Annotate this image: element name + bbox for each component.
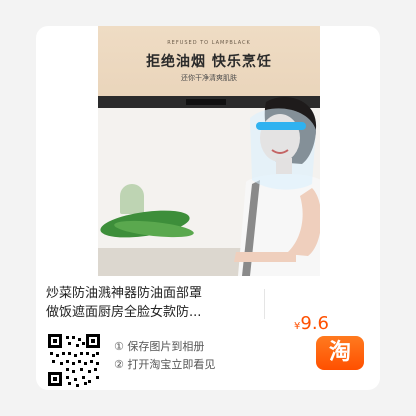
model-with-face-shield xyxy=(234,97,320,276)
product-title-line-1: 炒菜防油溅神器防油面部罩 xyxy=(46,286,203,301)
taobao-icon[interactable]: 淘 xyxy=(316,336,364,370)
hint-open-taobao: ② 打开淘宝立即看见 xyxy=(114,358,216,371)
product-title-line-2: 做饭遮面厨房全脸女款防... xyxy=(46,305,202,320)
hint-save-image: ① 保存图片到相册 xyxy=(114,340,205,353)
banner-top-text: REFUSED TO LAMPBLACK xyxy=(167,40,251,46)
qr-code-icon xyxy=(46,332,102,388)
price: ¥9.6 xyxy=(294,313,329,334)
product-title[interactable]: 炒菜防油溅神器防油面部罩 做饭遮面厨房全脸女款防... xyxy=(46,284,256,322)
product-image[interactable]: REFUSED TO LAMPBLACK 拒绝油烟 快乐烹饪 还你干净清爽肌肤 xyxy=(98,26,320,276)
banner-subtitle: 还你干净清爽肌肤 xyxy=(181,74,237,82)
price-value: 9.6 xyxy=(300,313,330,334)
qr-code[interactable] xyxy=(46,332,102,388)
kitchen-plant xyxy=(120,184,144,214)
banner-title: 拒绝油烟 快乐烹饪 xyxy=(146,54,272,70)
divider xyxy=(264,289,265,319)
share-card: REFUSED TO LAMPBLACK 拒绝油烟 快乐烹饪 还你干净清爽肌肤 … xyxy=(36,26,380,390)
